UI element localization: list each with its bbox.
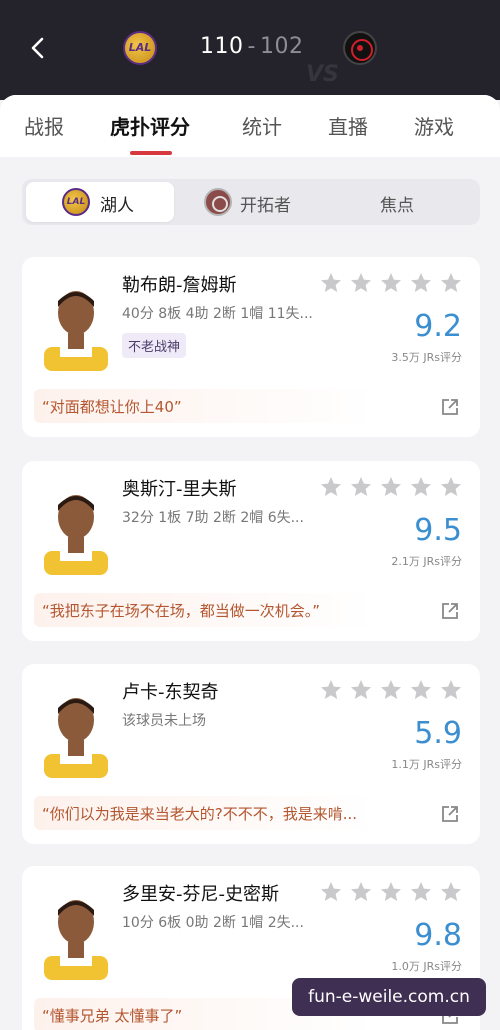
player-avatar [44,495,108,575]
star-icon[interactable] [381,273,401,292]
tab-game[interactable]: 游戏 [414,111,454,140]
segment-focus[interactable]: 焦点 [328,182,476,222]
player-rating: 9.5 [414,513,462,548]
lakers-logo: LAL [123,31,157,65]
player-card[interactable]: 奥斯汀-里夫斯 32分 1板 7助 2断 2帽 6失... 9.5 2.1万 J… [22,461,480,641]
star-icon[interactable] [411,477,431,496]
player-name: 卢卡-东契奇 [122,682,219,703]
player-quote: “我把东子在场不在场，都当做一次机会。” [34,593,434,627]
player-stats: 该球员未上场 [122,713,206,729]
player-avatar [44,698,108,778]
star-icon[interactable] [351,680,371,699]
chevron-left-icon[interactable] [24,34,52,62]
tab-ratings[interactable]: 虎扑评分 [110,111,190,140]
vs-mark: VS [306,62,339,87]
player-name: 多里安-芬尼-史密斯 [122,884,279,905]
segment-label: 焦点 [380,196,414,216]
away-score: 102 [259,34,304,59]
player-stats: 32分 1板 7助 2断 2帽 6失... [122,510,304,526]
tab-report[interactable]: 战报 [24,111,64,140]
player-name: 奥斯汀-里夫斯 [122,479,237,500]
player-stats: 40分 8板 4助 2断 1帽 11失... [122,306,313,322]
rating-vote-count: 1.0万 JRs评分 [391,960,462,973]
player-avatar [44,291,108,371]
star-icon[interactable] [381,477,401,496]
star-rating-input[interactable] [317,676,467,704]
share-icon[interactable] [440,601,460,621]
star-icon[interactable] [381,680,401,699]
player-name: 勒布朗-詹姆斯 [122,275,237,296]
blazers-logo [204,188,232,216]
star-icon[interactable] [441,477,461,496]
player-quote: “你们以为我是来当老大的?不不不，我是来啃... [34,796,434,830]
tab-live[interactable]: 直播 [328,111,368,140]
segment-label: 湖人 [100,196,134,216]
segment-lakers[interactable]: LAL 湖人 [26,182,174,222]
segment-blazers[interactable]: 开拓者 [178,182,326,222]
star-rating-input[interactable] [317,269,467,297]
star-icon[interactable] [351,477,371,496]
watermark: fun-e-weile.com.cn [292,978,486,1016]
lakers-logo: LAL [62,188,90,216]
player-card[interactable]: 卢卡-东契奇 该球员未上场 5.9 1.1万 JRs评分 “你们以为我是来当老大… [22,664,480,844]
star-icon[interactable] [351,882,371,901]
player-card[interactable]: 勒布朗-詹姆斯 40分 8板 4助 2断 1帽 11失... 不老战神 9.2 … [22,257,480,437]
active-tab-indicator [130,151,172,155]
player-quote: “对面都想让你上40” [34,389,434,423]
star-rating-input[interactable] [317,878,467,906]
tab-stats[interactable]: 统计 [242,111,282,140]
star-icon[interactable] [321,882,341,901]
segment-label: 开拓者 [240,196,291,216]
score-separator: - [247,34,256,59]
player-rating: 9.2 [414,309,462,344]
star-icon[interactable] [411,882,431,901]
match-header: LAL 110-102 VS [0,0,500,100]
home-score: 110 [200,34,244,59]
star-icon[interactable] [321,273,341,292]
star-icon[interactable] [411,273,431,292]
star-icon[interactable] [351,273,371,292]
star-icon[interactable] [411,680,431,699]
player-badge: 不老战神 [122,333,187,358]
star-icon[interactable] [321,680,341,699]
star-icon[interactable] [441,882,461,901]
player-rating: 9.8 [414,918,462,953]
star-icon[interactable] [381,882,401,901]
rating-vote-count: 3.5万 JRs评分 [391,351,462,364]
star-icon[interactable] [441,680,461,699]
rating-vote-count: 1.1万 JRs评分 [391,758,462,771]
star-rating-input[interactable] [317,473,467,501]
player-stats: 10分 6板 0助 2断 1帽 2失... [122,915,304,931]
star-icon[interactable] [321,477,341,496]
share-icon[interactable] [440,804,460,824]
scoreline: 110-102 [200,34,303,59]
player-rating: 5.9 [414,716,462,751]
team-segment-control: LAL 湖人 开拓者 焦点 [22,179,480,225]
star-icon[interactable] [441,273,461,292]
share-icon[interactable] [440,397,460,417]
rating-vote-count: 2.1万 JRs评分 [391,555,462,568]
player-avatar [44,900,108,980]
tab-bar: 战报 虎扑评分 统计 直播 游戏 [0,95,500,157]
blazers-logo [343,31,377,65]
